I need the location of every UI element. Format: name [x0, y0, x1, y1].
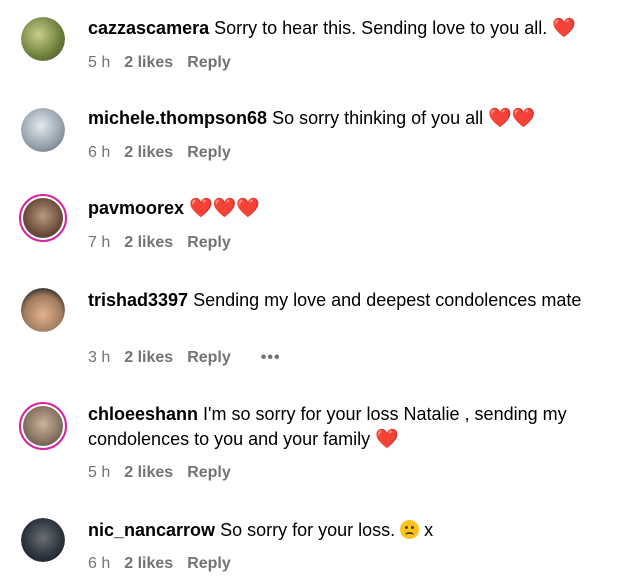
comment-username[interactable]: trishad3397 [88, 290, 188, 310]
avatar[interactable] [21, 108, 65, 152]
comment-suffix: x [424, 520, 434, 540]
likes-count[interactable]: 2 likes [124, 555, 173, 573]
reply-button[interactable]: Reply [187, 555, 231, 573]
comment-time: 3 h [88, 349, 111, 366]
comment-text: So sorry for your loss. [220, 520, 396, 540]
comment-meta: 3 h 2 likes Reply ••• [88, 347, 281, 369]
likes-count[interactable]: 2 likes [124, 349, 173, 367]
avatar[interactable] [19, 194, 67, 242]
comment-meta: 7 h 2 likes Reply [88, 232, 231, 254]
reply-button[interactable]: Reply [187, 349, 231, 367]
likes-count[interactable]: 2 likes [124, 464, 173, 482]
comment-username[interactable]: chloeeshann [88, 404, 198, 424]
comment-meta: 5 h 2 likes Reply [88, 462, 231, 484]
comment-text: Sorry to hear this. Sending love to you … [214, 18, 548, 38]
comment-username[interactable]: michele.thompson68 [88, 108, 267, 128]
comment-time: 5 h [88, 464, 111, 481]
comment-time: 5 h [88, 54, 111, 71]
avatar[interactable] [21, 288, 65, 332]
likes-count[interactable]: 2 likes [124, 144, 173, 162]
reply-button[interactable]: Reply [187, 54, 231, 72]
comment-username[interactable]: nic_nancarrow [88, 520, 215, 540]
reply-button[interactable]: Reply [187, 234, 231, 252]
reply-button[interactable]: Reply [187, 144, 231, 162]
heart-emoji: ❤️❤️ [488, 108, 536, 129]
comment-meta: 5 h 2 likes Reply [88, 52, 231, 74]
avatar[interactable] [21, 518, 65, 562]
crying-face-icon [400, 520, 420, 539]
reply-button[interactable]: Reply [187, 464, 231, 482]
avatar[interactable] [21, 17, 65, 61]
heart-emoji: ❤️ [552, 18, 576, 39]
comment-username[interactable]: cazzascamera [88, 18, 209, 38]
comment-meta: 6 h 2 likes Reply [88, 142, 231, 164]
comment-time: 6 h [88, 555, 111, 572]
comment-time: 7 h [88, 234, 111, 251]
comment-text: So sorry thinking of you all [272, 108, 484, 128]
heart-emoji: ❤️❤️❤️ [189, 198, 261, 219]
comment-username[interactable]: pavmoorex [88, 198, 184, 218]
comment-text: Sending my love and deepest condolences … [193, 290, 582, 310]
likes-count[interactable]: 2 likes [124, 54, 173, 72]
likes-count[interactable]: 2 likes [124, 234, 173, 252]
avatar[interactable] [19, 402, 67, 450]
more-options-icon[interactable]: ••• [261, 349, 281, 367]
comment-meta: 6 h 2 likes Reply [88, 553, 231, 575]
comment-time: 6 h [88, 144, 111, 161]
heart-emoji: ❤️ [375, 429, 399, 450]
